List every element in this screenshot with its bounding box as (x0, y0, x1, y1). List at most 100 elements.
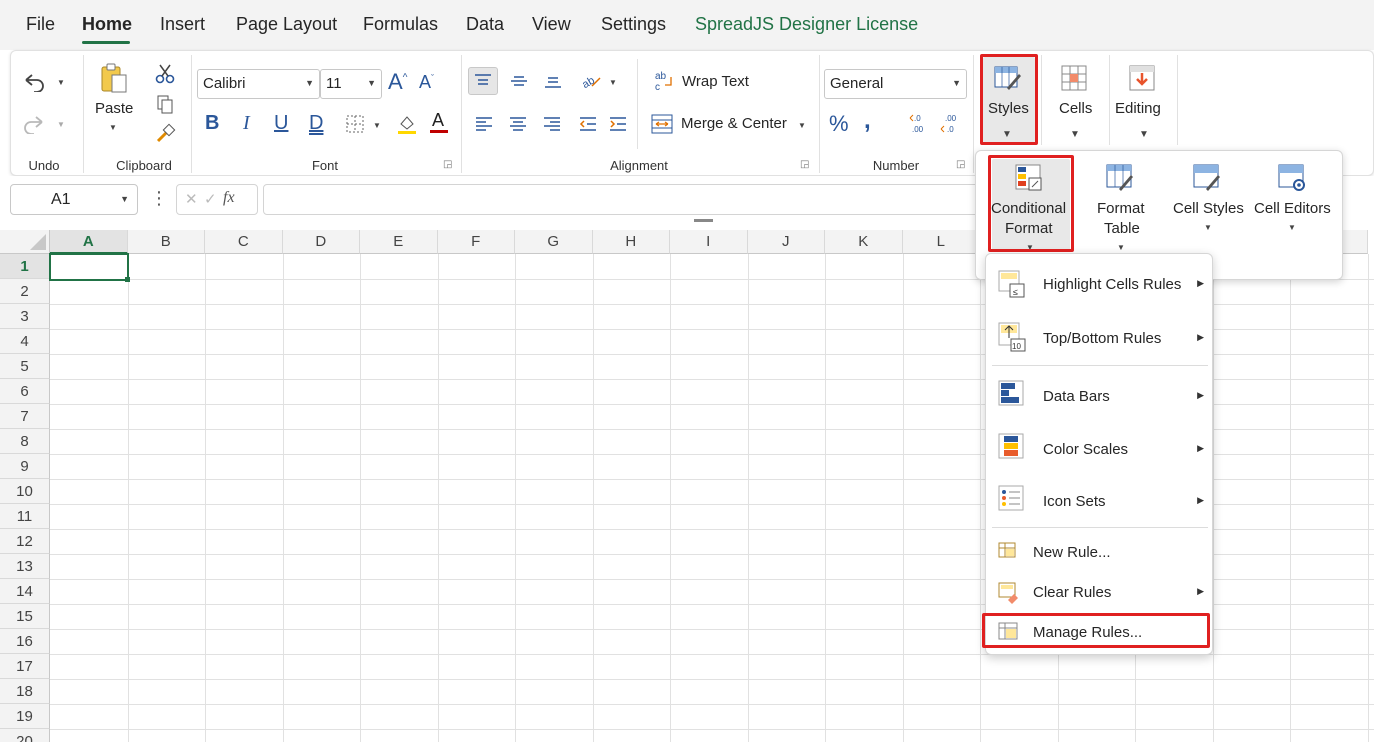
row-header[interactable]: 12 (0, 529, 50, 554)
menu-formulas[interactable]: Formulas (363, 14, 438, 35)
align-top-button[interactable] (468, 67, 498, 95)
row-header[interactable]: 2 (0, 279, 50, 304)
resize-handle-icon[interactable]: ▬▬ (694, 214, 713, 225)
row-header[interactable]: 16 (0, 629, 50, 654)
insert-function-button[interactable]: fx (223, 189, 235, 207)
font-family-select[interactable]: Calibri ▼ (197, 69, 320, 99)
border-dropdown-icon[interactable]: ▼ (373, 121, 381, 130)
menu-item-color-scales[interactable]: Color Scales ▶ (986, 431, 1214, 467)
confirm-icon[interactable]: ✓ (204, 190, 217, 208)
menu-item-new-rule[interactable]: New Rule... (986, 538, 1214, 566)
cells-button[interactable]: Cells (1059, 100, 1092, 117)
border-icon[interactable] (344, 113, 366, 135)
menu-page-layout[interactable]: Page Layout (236, 14, 337, 35)
row-header[interactable]: 15 (0, 604, 50, 629)
decrease-indent-icon[interactable] (575, 111, 601, 137)
column-header[interactable]: C (205, 230, 283, 254)
menu-view[interactable]: View (532, 14, 571, 35)
increase-decimal-icon[interactable]: .0.00 (907, 111, 933, 135)
row-header[interactable]: 4 (0, 329, 50, 354)
menu-item-clear-rules[interactable]: Clear Rules ▶ (986, 578, 1214, 606)
double-underline-icon[interactable]: D (309, 113, 323, 133)
comma-style-icon[interactable]: , (864, 109, 871, 133)
font-color-icon[interactable]: A (427, 109, 451, 135)
orientation-icon[interactable]: ab (577, 67, 605, 95)
paste-dropdown-icon[interactable]: ▼ (109, 123, 117, 132)
menu-data[interactable]: Data (466, 14, 504, 35)
row-header[interactable]: 3 (0, 304, 50, 329)
cell-styles-button[interactable]: Cell Styles (1173, 200, 1244, 217)
decrease-font-icon[interactable]: Aˇ (419, 73, 434, 91)
merge-center-icon[interactable] (649, 111, 675, 137)
fill-color-icon[interactable] (395, 111, 419, 135)
number-dialog-launcher-icon[interactable]: ◲ (956, 159, 965, 170)
paste-button[interactable]: Paste (95, 100, 133, 117)
row-header[interactable]: 19 (0, 704, 50, 729)
align-center-icon[interactable] (505, 111, 531, 137)
editing-button[interactable]: Editing (1115, 100, 1161, 117)
row-header[interactable]: 20 (0, 729, 50, 742)
redo-button[interactable] (21, 111, 47, 137)
name-box[interactable]: A1 ▼ (10, 184, 138, 215)
cell-editors-dropdown-icon[interactable]: ▼ (1288, 223, 1296, 232)
column-header[interactable]: A (50, 230, 128, 254)
undo-button[interactable] (21, 69, 47, 95)
row-header[interactable]: 11 (0, 504, 50, 529)
row-header[interactable]: 17 (0, 654, 50, 679)
format-table-icon[interactable] (1105, 163, 1135, 193)
row-header[interactable]: 13 (0, 554, 50, 579)
format-table-label-2[interactable]: Table (1104, 220, 1140, 237)
undo-dropdown-icon[interactable]: ▼ (57, 78, 65, 87)
selected-cell-a1[interactable] (49, 253, 129, 281)
format-table-dropdown-icon[interactable]: ▼ (1117, 243, 1125, 252)
column-header[interactable]: F (437, 230, 515, 254)
more-options-icon[interactable]: ⋮ (150, 188, 168, 209)
align-bottom-icon[interactable] (539, 67, 567, 95)
paste-icon[interactable] (97, 61, 131, 95)
align-left-icon[interactable] (471, 111, 497, 137)
align-right-icon[interactable] (539, 111, 565, 137)
cells-dropdown-icon[interactable]: ▼ (1070, 129, 1080, 140)
format-painter-icon[interactable] (153, 123, 177, 145)
row-header[interactable]: 5 (0, 354, 50, 379)
column-header[interactable]: D (282, 230, 360, 254)
cell-editors-button[interactable]: Cell Editors (1254, 200, 1331, 217)
cell-editors-icon[interactable] (1277, 163, 1307, 193)
format-table-label-1[interactable]: Format (1097, 200, 1145, 217)
merge-dropdown-icon[interactable]: ▼ (798, 121, 806, 130)
row-header[interactable]: 6 (0, 379, 50, 404)
menu-item-manage-rules[interactable]: Manage Rules... (986, 618, 1214, 646)
copy-icon[interactable] (153, 93, 177, 115)
underline-icon[interactable]: U (274, 113, 288, 133)
row-header[interactable]: 10 (0, 479, 50, 504)
increase-font-icon[interactable]: A^ (388, 71, 407, 93)
row-header[interactable]: 8 (0, 429, 50, 454)
italic-icon[interactable]: I (243, 113, 250, 133)
editing-icon[interactable] (1127, 63, 1157, 93)
orientation-dropdown-icon[interactable]: ▼ (609, 78, 617, 87)
column-header[interactable]: E (360, 230, 438, 254)
column-header[interactable]: I (670, 230, 748, 254)
menu-settings[interactable]: Settings (601, 14, 666, 35)
menu-item-top-bottom-rules[interactable]: 10 Top/Bottom Rules ▶ (986, 322, 1214, 358)
increase-indent-icon[interactable] (605, 111, 631, 137)
column-header[interactable]: G (515, 230, 593, 254)
number-format-select[interactable]: General ▼ (824, 69, 967, 99)
cells-icon[interactable] (1059, 63, 1089, 93)
cell-styles-icon[interactable] (1192, 163, 1222, 193)
editing-dropdown-icon[interactable]: ▼ (1139, 129, 1149, 140)
align-middle-icon[interactable] (505, 67, 533, 95)
row-header[interactable]: 14 (0, 579, 50, 604)
cancel-icon[interactable]: ✕ (185, 190, 198, 208)
row-header[interactable]: 1 (0, 254, 50, 279)
menu-item-highlight-cells-rules[interactable]: ≤ Highlight Cells Rules ▶ (986, 268, 1214, 304)
fill-handle[interactable] (125, 277, 130, 282)
formula-input[interactable] (263, 184, 983, 215)
font-size-select[interactable]: 11 ▼ (320, 69, 382, 99)
wrap-text-button[interactable]: Wrap Text (682, 73, 749, 90)
cell-styles-dropdown-icon[interactable]: ▼ (1204, 223, 1212, 232)
column-header[interactable]: K (825, 230, 903, 254)
column-header[interactable]: H (592, 230, 670, 254)
select-all-corner[interactable] (0, 230, 50, 254)
decrease-decimal-icon[interactable]: .00.0 (938, 111, 964, 135)
